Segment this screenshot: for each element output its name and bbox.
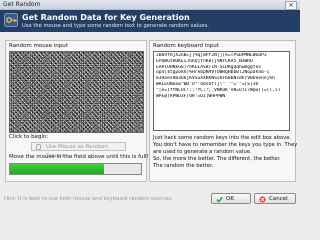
move-mouse-label: Move the mouse in the field above until …	[9, 154, 149, 160]
cancel-button[interactable]: Cancel	[254, 193, 296, 204]
noise-pattern	[10, 52, 143, 132]
ok-button-label: OK	[226, 196, 234, 202]
cancel-button-label: Cancel	[269, 196, 288, 202]
instruction-line: are used to generate a random value.	[153, 149, 252, 155]
window-title: Get Random	[3, 1, 41, 8]
close-button[interactable]: ✕	[285, 1, 297, 10]
keyboard-input-panel: Random keyboard input 2Bb9fRjX2oB=j|%qjm…	[149, 40, 298, 182]
random-keyboard-textarea[interactable]: 2Bb9fRjX2oB=j|%qjmPf2N|j[k=TPSDPMNLWGOP3…	[153, 51, 290, 131]
header-subtitle: Use the mouse and type some random text …	[22, 23, 209, 29]
header-title: Get Random Data for Key Generation	[22, 13, 190, 22]
keyboard-text-line: WPE@)RPWO3F]UR'=UI]WHPPWN	[156, 93, 226, 99]
ok-button[interactable]: OK	[211, 193, 251, 204]
instruction-line: So, the more the better. The different, …	[153, 156, 281, 162]
key-icon	[4, 13, 18, 27]
mouse-input-panel: Random mouse input Click to begin: Use M…	[5, 40, 149, 182]
dialog-header: Get Random Data for Key Generation Use t…	[0, 10, 300, 32]
hint-text: Hint: It is best to use both mouse and k…	[4, 196, 173, 202]
keyboard-panel-title: Random keyboard input	[153, 43, 219, 49]
instruction-line: Just hack some random keys into the edit…	[153, 135, 292, 141]
instruction-line: You don't have to remember the keys you …	[153, 142, 298, 148]
use-mouse-button[interactable]: Use Mouse as Random Source	[31, 142, 126, 159]
checkmark-icon	[216, 196, 223, 203]
mouse-progress-bar	[9, 163, 142, 175]
cancel-icon	[259, 196, 266, 203]
click-to-begin-label: Click to begin:	[9, 134, 49, 140]
keyboard-instructions: Just hack some random keys into the edit…	[153, 135, 298, 170]
mouse-panel-title: Random mouse input	[9, 43, 68, 49]
instruction-line: The random the better.	[153, 163, 214, 169]
mouse-icon	[36, 144, 41, 150]
keyboard-text-line: "[e=[ffNLOC!;;!YC;!;_VNKOK'nN=O]I7W@uT}=…	[156, 87, 281, 93]
progress-fill	[10, 164, 105, 174]
title-bar: Get Random ✕	[0, 0, 300, 10]
mouse-random-field[interactable]	[9, 51, 144, 133]
